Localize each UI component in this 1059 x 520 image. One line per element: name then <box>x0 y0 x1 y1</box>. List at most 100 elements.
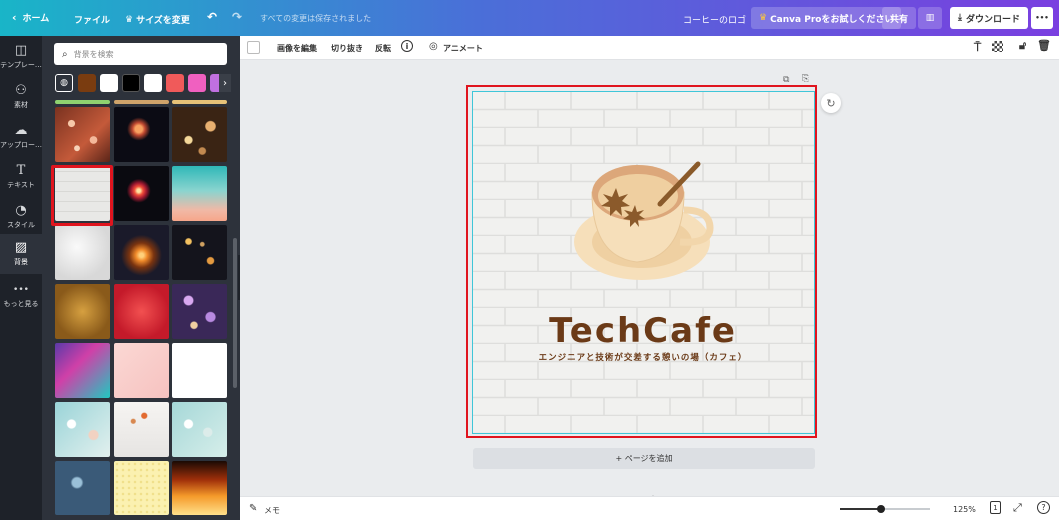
rail-label: 素材 <box>14 101 28 109</box>
background-thumbnail[interactable] <box>172 100 227 104</box>
background-thumbnail[interactable] <box>114 107 169 162</box>
info-icon[interactable]: i <box>401 40 413 52</box>
rail-label: テンプレー… <box>0 61 42 69</box>
download-icon: ⤓ <box>958 13 962 23</box>
background-thumbnail[interactable] <box>55 402 110 457</box>
background-thumbnail[interactable] <box>114 284 169 339</box>
color-box[interactable] <box>247 41 260 54</box>
color-swatch[interactable] <box>144 74 162 92</box>
help-icon[interactable]: ? <box>1037 501 1050 514</box>
rail-item-uploads[interactable]: ☁ アップロー… <box>0 117 42 157</box>
resize-label: サイズを変更 <box>136 16 190 26</box>
background-thumbnail[interactable] <box>114 100 169 104</box>
background-thumbnail[interactable] <box>114 402 169 457</box>
resize-button[interactable]: ♛ サイズを変更 <box>125 13 190 27</box>
fullscreen-icon[interactable]: ⤢ <box>1013 501 1022 515</box>
upload-icon: ☁ <box>14 123 28 138</box>
background-thumbnail[interactable] <box>172 461 227 515</box>
paint-roller-icon[interactable]: ⍑ <box>974 40 981 55</box>
template-icon: ◫ <box>14 43 28 58</box>
rotate-icon[interactable]: ↻ <box>821 93 841 113</box>
background-icon: ▨ <box>14 240 28 255</box>
crop-button[interactable]: 切り抜き <box>331 43 363 54</box>
chevron-right-icon[interactable]: › <box>219 74 231 92</box>
download-button[interactable]: ⤓ ダウンロード <box>950 7 1028 29</box>
selected-thumbnail-highlight <box>51 165 113 226</box>
background-thumbnail[interactable] <box>172 225 227 280</box>
notes-label[interactable]: メモ <box>264 505 280 516</box>
rail-label: スタイル <box>7 221 35 229</box>
background-thumbnail[interactable] <box>114 225 169 280</box>
style-icon: ◔ <box>15 203 27 218</box>
crown-icon: ♛ <box>759 13 768 23</box>
rail-item-templates[interactable]: ◫ テンプレー… <box>0 37 42 77</box>
lock-icon[interactable]: 🔓︎ <box>1019 39 1026 53</box>
background-thumbnail[interactable] <box>55 107 110 162</box>
add-page-button[interactable]: + ページを追加 <box>473 448 815 469</box>
color-swatch[interactable] <box>188 74 206 92</box>
background-thumbnail[interactable] <box>55 225 110 280</box>
more-icon: ••• <box>1035 14 1049 22</box>
elements-icon: ⚇ <box>15 83 27 98</box>
background-thumbnail[interactable] <box>114 343 169 398</box>
chevron-left-icon: ‹ <box>12 11 17 24</box>
background-thumbnail[interactable] <box>114 166 169 221</box>
search-placeholder: 背景を検索 <box>73 49 114 59</box>
rail-item-more[interactable]: ••• もっと見る <box>0 276 42 316</box>
background-thumbnail[interactable] <box>55 461 110 515</box>
background-thumbnail[interactable] <box>172 284 227 339</box>
background-thumbnail[interactable] <box>114 461 169 515</box>
background-search-input[interactable]: ⌕ 背景を検索 <box>54 43 227 65</box>
notes-icon[interactable]: ✎ <box>249 503 257 514</box>
edit-image-button[interactable]: 画像を編集 <box>277 43 317 54</box>
background-thumbnail[interactable] <box>172 107 227 162</box>
color-picker-icon[interactable]: ◍ <box>55 74 73 92</box>
page-count-icon[interactable]: 1 <box>990 501 1001 514</box>
background-thumbnail[interactable] <box>172 402 227 457</box>
design-title[interactable]: コーヒーのロゴ <box>683 13 746 26</box>
color-swatch[interactable] <box>122 74 140 92</box>
duplicate-page-icon[interactable]: ⧉ <box>783 75 789 85</box>
rail-item-background[interactable]: ▨ 背景 <box>0 234 42 274</box>
color-swatch[interactable] <box>78 74 96 92</box>
bottom-bar: ✎ メモ 125% 1 ⤢ ? <box>240 496 1059 520</box>
flip-button[interactable]: 反転 <box>375 43 391 54</box>
insights-button[interactable]: ▥ <box>918 7 942 29</box>
background-thumbnail[interactable] <box>55 100 110 104</box>
background-thumbnail[interactable] <box>172 343 227 398</box>
search-icon: ⌕ <box>62 48 68 60</box>
zoom-slider[interactable] <box>840 505 930 513</box>
file-menu[interactable]: ファイル <box>74 13 110 26</box>
file-label: ファイル <box>74 16 111 26</box>
animate-button[interactable]: アニメート <box>443 43 483 54</box>
undo-button[interactable]: ↶ <box>207 10 217 24</box>
trash-icon[interactable]: 🗑︎ <box>1037 39 1051 52</box>
undo-icon: ↶ <box>207 10 218 24</box>
rail-item-elements[interactable]: ⚇ 素材 <box>0 77 42 117</box>
rail-label: もっと見る <box>3 300 39 308</box>
transparency-icon[interactable] <box>992 41 1003 52</box>
context-toolbar: 画像を編集 切り抜き 反転 i ◎ アニメート ⍑ 🔓︎ 🗑︎ <box>240 36 1059 60</box>
background-thumbnail[interactable] <box>55 284 110 339</box>
rail-item-style[interactable]: ◔ スタイル <box>0 197 42 237</box>
home-button[interactable]: ‹ ホーム <box>12 11 49 24</box>
zoom-level[interactable]: 125% <box>953 505 976 514</box>
highlight-outline <box>466 85 817 438</box>
share-button[interactable]: 共有 <box>882 7 917 29</box>
home-label: ホーム <box>22 14 50 24</box>
panel-scrollbar[interactable] <box>233 238 237 388</box>
rail-label: 背景 <box>14 258 28 266</box>
color-swatch[interactable] <box>166 74 184 92</box>
add-page-icon[interactable]: ⎘ <box>802 74 809 84</box>
zoom-slider-knob[interactable] <box>876 505 885 513</box>
more-options-button[interactable]: ••• <box>1031 7 1053 29</box>
redo-button[interactable]: ↷ <box>232 10 242 24</box>
color-swatch[interactable] <box>100 74 118 92</box>
rail-item-text[interactable]: T テキスト <box>0 157 42 197</box>
bar-chart-icon: ▥ <box>925 13 935 23</box>
try-pro-label: Canva Proをお試しください <box>770 14 894 25</box>
background-thumbnail[interactable] <box>55 343 110 398</box>
try-pro-button[interactable]: ♛ Canva Proをお試しください <box>751 7 902 29</box>
save-status: すべての変更は保存されました <box>260 14 372 23</box>
background-thumbnail[interactable] <box>172 166 227 221</box>
